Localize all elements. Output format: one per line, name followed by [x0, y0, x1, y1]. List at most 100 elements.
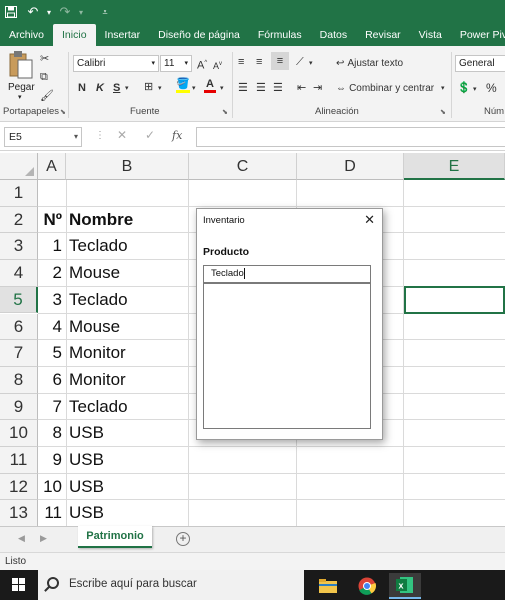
customize-toolbar-icon[interactable]: ⩡ [94, 0, 116, 24]
cancel-icon[interactable]: ✕ [117, 128, 127, 142]
cell-a[interactable]: 3 [38, 287, 64, 313]
formula-input[interactable] [196, 127, 505, 147]
copy-icon[interactable]: ⧉ [40, 69, 48, 85]
undo-dropdown-icon[interactable]: ▾ [44, 0, 54, 24]
column-header-b[interactable]: B [66, 153, 189, 180]
tab-inicio[interactable]: Inicio [53, 24, 96, 46]
percent-button[interactable]: % [486, 80, 497, 96]
cell-b[interactable]: Monitor [66, 367, 186, 393]
cell-a[interactable]: 4 [38, 314, 64, 340]
cell-b[interactable]: Mouse [66, 314, 186, 340]
underline-dropdown-icon[interactable]: ▾ [125, 81, 129, 97]
paste-button[interactable]: Pegar ▾ [6, 50, 38, 101]
tab-archivo[interactable]: Archivo [0, 24, 53, 46]
font-color-icon[interactable]: A [204, 78, 216, 93]
format-painter-icon[interactable]: 🖌 [40, 88, 54, 104]
undo-icon[interactable]: ↶ [22, 0, 44, 24]
alignment-launcher-icon[interactable]: ⬊ [440, 108, 446, 116]
tab-insertar[interactable]: Insertar [96, 24, 150, 46]
align-right-icon[interactable]: ☰ [273, 80, 283, 96]
redo-icon[interactable]: ↷ [54, 0, 76, 24]
font-size-select[interactable]: 11 ▾ [160, 55, 192, 72]
excel-taskbar-icon[interactable]: x [389, 573, 421, 599]
cell-a[interactable]: 1 [38, 233, 64, 259]
row-header[interactable]: 5 [0, 286, 38, 314]
decrease-indent-icon[interactable]: ⇤ [297, 80, 306, 96]
selected-cell-e5[interactable] [404, 286, 505, 314]
fill-color-dropdown-icon[interactable]: ▾ [192, 81, 196, 97]
cell-a[interactable]: 6 [38, 367, 64, 393]
align-left-icon[interactable]: ☰ [238, 80, 248, 96]
redo-dropdown-icon[interactable]: ▾ [76, 0, 86, 24]
increase-indent-icon[interactable]: ⇥ [313, 80, 322, 96]
clipboard-launcher-icon[interactable]: ⬊ [60, 108, 66, 116]
tab-vista[interactable]: Vista [410, 24, 451, 46]
underline-button[interactable]: S [113, 80, 120, 96]
cell-a[interactable]: 2 [38, 260, 64, 286]
row-header[interactable]: 1 [0, 180, 38, 207]
close-icon[interactable]: ✕ [364, 212, 375, 228]
cell-b[interactable]: Teclado [66, 233, 186, 259]
tab-diseno-pagina[interactable]: Diseño de página [149, 24, 249, 46]
currency-icon[interactable]: 💲 [457, 80, 471, 96]
row-header[interactable]: 9 [0, 393, 38, 421]
sheet-prev-icon[interactable]: ◀ [18, 533, 25, 544]
row-header[interactable]: 7 [0, 340, 38, 367]
currency-dropdown-icon[interactable]: ▾ [473, 82, 477, 98]
align-middle-icon[interactable]: ≡ [256, 54, 262, 70]
bold-button[interactable]: N [78, 80, 86, 96]
taskbar-search[interactable]: Escribe aquí para buscar [38, 570, 304, 600]
cell-b[interactable]: Monitor [66, 340, 186, 366]
cell-a[interactable]: 7 [38, 394, 64, 420]
cell-b[interactable]: USB [66, 500, 186, 526]
merge-center-button[interactable]: ⇔ Combinar y centrar [336, 80, 434, 97]
row-header[interactable]: 2 [0, 206, 38, 234]
borders-icon[interactable]: ⊞ [144, 79, 153, 95]
italic-button[interactable]: K [96, 80, 104, 96]
tab-formulas[interactable]: Fórmulas [249, 24, 311, 46]
cell-b[interactable]: Nombre [66, 207, 186, 233]
number-format-select[interactable]: General [455, 55, 505, 72]
cell-a[interactable]: 8 [38, 420, 64, 446]
align-top-icon[interactable]: ≡ [238, 54, 244, 70]
name-box[interactable]: E5 ▾ [4, 127, 82, 147]
row-header[interactable]: 11 [0, 447, 38, 474]
align-bottom-icon[interactable]: ≡ [271, 52, 289, 70]
font-launcher-icon[interactable]: ⬊ [222, 108, 228, 116]
sheet-tab-patrimonio[interactable]: Patrimonio [78, 526, 152, 548]
column-header-d[interactable]: D [297, 153, 404, 180]
font-color-dropdown-icon[interactable]: ▾ [220, 81, 224, 97]
formula-bar-handle-icon[interactable]: ⋮ [95, 130, 105, 141]
merge-dropdown-icon[interactable]: ▾ [441, 81, 445, 97]
orientation-icon[interactable]: ⟋ [296, 54, 304, 70]
producto-listbox[interactable] [203, 283, 371, 429]
add-sheet-icon[interactable]: + [176, 532, 190, 546]
cell-b[interactable]: USB [66, 420, 186, 446]
row-header[interactable]: 8 [0, 366, 38, 394]
cell-a[interactable]: 11 [38, 500, 64, 526]
cell-a[interactable]: 9 [38, 447, 64, 473]
wrap-text-button[interactable]: ↩ Ajustar texto [336, 55, 403, 72]
insert-function-button[interactable]: fx [172, 129, 182, 142]
column-header-e[interactable]: E [404, 153, 505, 180]
cell-b[interactable]: USB [66, 447, 186, 473]
column-header-c[interactable]: C [189, 153, 297, 180]
row-header[interactable]: 12 [0, 473, 38, 501]
cell-a[interactable]: 10 [38, 474, 64, 500]
save-icon[interactable] [0, 0, 22, 24]
borders-dropdown-icon[interactable]: ▾ [158, 81, 162, 97]
producto-input[interactable]: Teclado [203, 265, 371, 283]
select-all-button[interactable] [0, 153, 38, 180]
file-explorer-icon[interactable] [312, 573, 344, 599]
cell-a[interactable]: 5 [38, 340, 64, 366]
align-center-icon[interactable]: ☰ [256, 80, 266, 96]
fill-color-icon[interactable]: 🪣 [176, 78, 190, 93]
increase-font-icon[interactable]: A^ [197, 55, 207, 74]
windows-start-icon[interactable] [12, 578, 26, 592]
enter-icon[interactable]: ✓ [145, 128, 155, 142]
cell-b[interactable]: Teclado [66, 287, 186, 313]
row-header[interactable]: 4 [0, 260, 38, 287]
decrease-font-icon[interactable]: Av [213, 56, 222, 74]
sheet-next-icon[interactable]: ▶ [40, 533, 47, 544]
tab-datos[interactable]: Datos [311, 24, 356, 46]
